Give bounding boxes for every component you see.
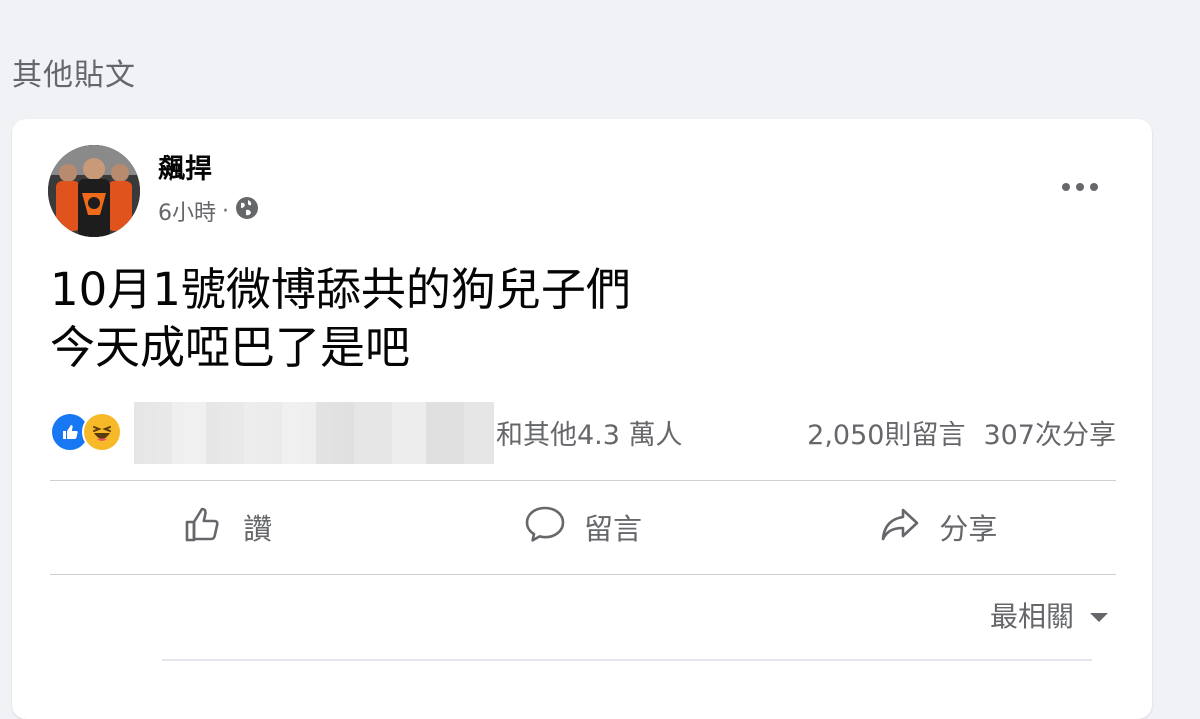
- section-title: 其他貼文: [12, 58, 136, 93]
- post-text: 10月1號微博舔共的狗兒子們 今天成啞巴了是吧: [50, 261, 631, 377]
- reaction-icons[interactable]: [50, 412, 122, 452]
- comment-input-edge: [162, 659, 1092, 671]
- like-label: 讚: [243, 512, 273, 546]
- blurred-reactor-names: [134, 402, 494, 464]
- share-arrow-icon: [879, 504, 921, 551]
- comment-label: 留言: [583, 512, 642, 546]
- engagement-counts: 2,050則留言 307次分享: [807, 413, 1116, 452]
- meta-separator: ·: [222, 198, 229, 224]
- thumbs-up-icon: [183, 504, 225, 551]
- shares-count[interactable]: 307次分享: [983, 413, 1116, 452]
- post-time[interactable]: 6小時: [158, 195, 216, 227]
- author-avatar[interactable]: [48, 145, 140, 237]
- divider: [50, 574, 1116, 575]
- comments-count[interactable]: 2,050則留言: [807, 413, 965, 452]
- haha-icon: [82, 412, 122, 452]
- more-options-button[interactable]: [1056, 167, 1104, 207]
- post-card: 飆捍 6小時 · 10月1號微博舔共的狗兒子們 今天成啞巴了是吧 和其他4.3 …: [12, 119, 1152, 719]
- sort-label: 最相關: [989, 600, 1074, 633]
- share-button[interactable]: 分享: [761, 481, 1116, 573]
- share-label: 分享: [939, 512, 998, 546]
- avatar-image: [48, 145, 140, 237]
- reactions-summary: 和其他4.3 萬人 2,050則留言 307次分享: [50, 402, 1116, 464]
- author-name[interactable]: 飆捍: [158, 147, 212, 186]
- comment-sort-dropdown[interactable]: 最相關: [990, 595, 1110, 635]
- reactors-count-text[interactable]: 和其他4.3 萬人: [496, 413, 683, 452]
- caret-down-icon: [1088, 599, 1110, 632]
- comment-icon: [524, 504, 566, 551]
- post-actions: 讚 留言 分享: [50, 481, 1116, 573]
- like-button[interactable]: 讚: [50, 481, 405, 573]
- post-text-line: 今天成啞巴了是吧: [50, 321, 411, 374]
- globe-icon: [235, 196, 259, 226]
- post-meta: 6小時 ·: [158, 195, 259, 227]
- post-text-line: 10月1號微博舔共的狗兒子們: [50, 263, 631, 316]
- comment-button[interactable]: 留言: [405, 481, 760, 573]
- ellipsis-icon: [1062, 183, 1098, 191]
